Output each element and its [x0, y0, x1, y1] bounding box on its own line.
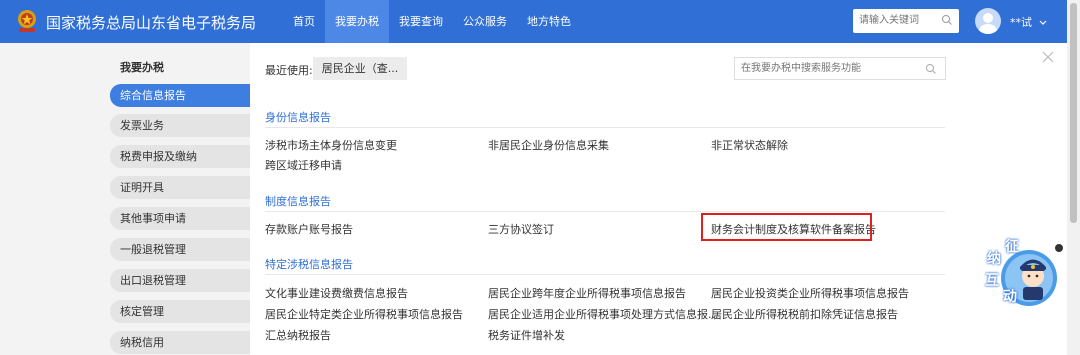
sidebar-title: 我要办税: [120, 61, 164, 74]
section-title-system: 制度信息报告: [265, 195, 331, 208]
sidebar-item-credit[interactable]: 纳税信用: [110, 331, 250, 354]
sidebar: 我要办税 综合信息报告 发票业务 税费申报及缴纳 证明开具 其他事项申请 一般退…: [0, 43, 250, 355]
nav-home[interactable]: 首页: [283, 0, 325, 43]
link-identity-change[interactable]: 涉税市场主体身份信息变更: [265, 137, 397, 153]
tax-emblem-icon: [14, 8, 40, 34]
link-cross-year-income-tax[interactable]: 居民企业跨年度企业所得税事项信息报告: [488, 285, 686, 301]
link-consolidated-report[interactable]: 汇总纳税报告: [265, 327, 331, 343]
widget-char: 征: [1005, 239, 1019, 255]
nav-local-features[interactable]: 地方特色: [517, 0, 581, 43]
recent-label: 最近使用:: [265, 64, 313, 77]
sidebar-item-assessment[interactable]: 核定管理: [110, 300, 250, 323]
search-icon[interactable]: [925, 63, 937, 78]
link-income-tax-treatment[interactable]: 居民企业适用企业所得税事项处理方式信息报...: [488, 306, 719, 322]
highlight-box: [701, 213, 872, 241]
close-icon[interactable]: [1042, 51, 1054, 66]
header-search: [853, 9, 959, 33]
section-title-specific: 特定涉税信息报告: [265, 258, 353, 271]
function-search: [734, 57, 946, 80]
section-divider: [265, 211, 945, 212]
section-divider: [265, 127, 945, 128]
main-nav: 首页 我要办税 我要查询 公众服务 地方特色: [283, 0, 581, 43]
nav-query[interactable]: 我要查询: [389, 0, 453, 43]
function-search-input[interactable]: [735, 58, 921, 79]
chevron-down-icon[interactable]: [1039, 16, 1047, 29]
top-header: 国家税务总局山东省电子税务局 首页 我要办税 我要查询 公众服务 地方特色 **…: [0, 0, 1067, 43]
sidebar-item-invoice[interactable]: 发票业务: [110, 114, 250, 137]
sidebar-item-certificate[interactable]: 证明开具: [110, 176, 250, 199]
section-title-identity: 身份信息报告: [265, 111, 331, 124]
nav-handle-tax[interactable]: 我要办税: [325, 0, 389, 43]
link-culture-fee-report[interactable]: 文化事业建设费缴费信息报告: [265, 285, 408, 301]
sidebar-item-declaration[interactable]: 税费申报及缴纳: [110, 145, 250, 168]
user-name[interactable]: **试: [1010, 14, 1032, 30]
widget-char: 纳: [987, 251, 1001, 267]
link-tripartite-agreement[interactable]: 三方协议签订: [488, 221, 554, 237]
link-abnormal-status-release[interactable]: 非正常状态解除: [711, 137, 788, 153]
sidebar-item-other-application[interactable]: 其他事项申请: [110, 207, 250, 230]
widget-char: 动: [1003, 289, 1017, 305]
recent-item-chip[interactable]: 居民企业（查...: [313, 57, 407, 80]
user-avatar[interactable]: [975, 8, 1001, 34]
link-specific-income-tax[interactable]: 居民企业特定类企业所得税事项信息报告: [265, 306, 463, 322]
interaction-widget[interactable]: 纳 征 互 动: [985, 239, 1063, 310]
nav-public-service[interactable]: 公众服务: [453, 0, 517, 43]
link-cross-region-migration[interactable]: 跨区域迁移申请: [265, 157, 342, 173]
link-investment-income-tax[interactable]: 居民企业投资类企业所得税事项信息报告: [711, 285, 909, 301]
section-divider: [265, 274, 945, 275]
widget-char: 互: [985, 273, 999, 289]
link-certificate-reissue[interactable]: 税务证件增补发: [488, 327, 565, 343]
page-scrollbar[interactable]: [1067, 0, 1080, 355]
link-deposit-account-report[interactable]: 存款账户账号报告: [265, 221, 353, 237]
site-title: 国家税务总局山东省电子税务局: [46, 14, 257, 32]
sidebar-item-export-refund[interactable]: 出口退税管理: [110, 269, 250, 292]
sidebar-item-tax-refund[interactable]: 一般退税管理: [110, 238, 250, 261]
scrollbar-thumb[interactable]: [1070, 3, 1077, 223]
link-nonresident-collection[interactable]: 非居民企业身份信息采集: [488, 137, 609, 153]
link-deduction-voucher[interactable]: 居民企业所得税税前扣除凭证信息报告: [711, 306, 898, 322]
sidebar-item-comprehensive-report[interactable]: 综合信息报告: [110, 84, 250, 107]
search-icon[interactable]: [941, 14, 953, 29]
keyword-search-input[interactable]: [853, 9, 939, 31]
